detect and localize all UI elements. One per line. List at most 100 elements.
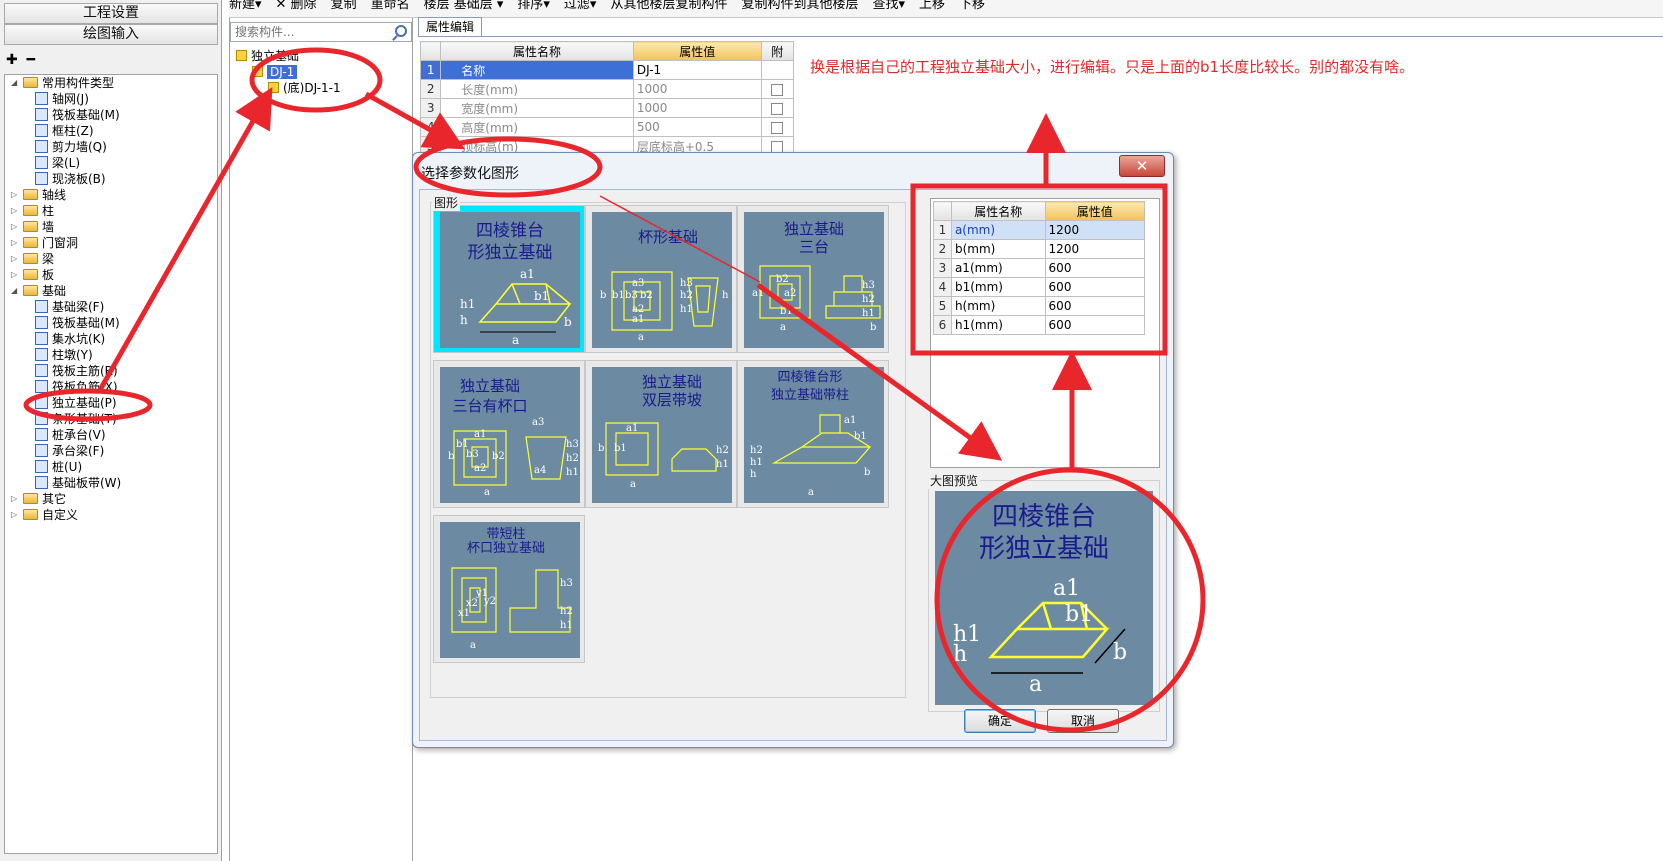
prop-value[interactable]: DJ-1 [632,60,762,80]
tree-toggle-icon[interactable]: ◢ [11,75,21,91]
toolbar-item[interactable]: 下移 [959,0,985,11]
tree-item[interactable]: ▷ 梁 [11,251,54,267]
tree-item[interactable]: 筏板负筋(X) [35,379,118,395]
shape-thumbnail[interactable]: 四棱锥台 形独立基础 a1 b1 h1 h a b [433,205,585,353]
tree-item[interactable]: ▷ 柱 [11,203,54,219]
toolbar-item[interactable]: 查找▾ [872,0,905,11]
cancel-button[interactable]: 取消 [1047,709,1119,733]
tree-item[interactable]: ◢ 常用构件类型 [11,75,114,91]
shape-attr-table: 属性名称 属性值 1 a(mm) 1200 2 b(mm) 1200 3 a1(mm) 600 4… [933,201,1146,335]
close-button[interactable]: ✕ [1119,155,1165,177]
attach-checkbox[interactable] [771,83,784,96]
dimension-label: b [864,467,870,478]
tree-toggle-icon[interactable]: ▷ [11,187,21,203]
tree-toggle-icon[interactable]: ▷ [11,251,21,267]
tree-item[interactable]: 独立基础(P) [35,395,117,411]
toolbar-item[interactable]: 复制构件到其他楼层 [741,0,858,11]
attr-row[interactable]: 1 a(mm) 1200 [933,220,1146,240]
tree-toggle-icon[interactable]: ▷ [11,491,21,507]
shape-thumbnail[interactable]: 杯形基础 b b1 b3 b2 a3 a2 a1 a h3 h2 h1 h [585,205,737,353]
prop-row[interactable]: 1 名称 DJ-1 [419,60,795,80]
tree-item[interactable]: 承台梁(F) [35,443,104,459]
tree-item[interactable]: ▷ 板 [11,267,54,283]
toolbar-item[interactable]: 上移 [919,0,945,11]
toolbar-item[interactable]: 楼层 基础层 ▾ [424,0,504,11]
attach-checkbox[interactable] [771,102,784,115]
tab-property-edit[interactable]: 属性编辑 [418,17,482,37]
tree-item[interactable]: ▷ 门窗洞 [11,235,78,251]
shape-thumbnail[interactable]: 独立基础 双层带坡 a1 b1 b a h2 h1 [585,360,737,508]
tree-item[interactable]: 桩承台(V) [35,427,106,443]
tree-item[interactable]: ▷ 轴线 [11,187,66,203]
prop-row[interactable]: 2 长度(mm) 1000 [419,79,795,99]
search-box[interactable] [230,22,412,42]
tree-toggle-icon[interactable]: ▷ [11,219,21,235]
toolbar-item[interactable]: ✕ 删除 [276,0,317,11]
attach-checkbox[interactable] [771,140,784,153]
tree-expand-collapse-icons[interactable]: ✚ ━ [6,52,37,68]
shape-drawing: 独立基础双层带坡 a1 b1 b a h2 h1 [592,367,732,503]
drawing-input-header[interactable]: 绘图输入 [4,24,218,45]
attr-row[interactable]: 2 b(mm) 1200 [933,239,1146,259]
prop-row[interactable]: 3 宽度(mm) 1000 [419,98,795,118]
attr-row[interactable]: 4 b1(mm) 600 [933,277,1146,297]
shape-thumbnail[interactable]: 独立基础 三台有杯口 a1 a3 b1 b3 b2 a2 a b h3 h2 h1 a4 [433,360,585,508]
attr-value[interactable]: 600 [1044,277,1146,297]
tree-item[interactable]: 桩(U) [35,459,82,475]
toolbar-item[interactable]: 新建▾ [229,0,262,11]
tree-item[interactable]: ◢ 基础 [11,283,66,299]
component-list-item[interactable]: 独立基础 [236,48,299,64]
tree-item[interactable]: 筏板基础(M) [35,315,120,331]
tree-item[interactable]: 梁(L) [35,155,80,171]
tree-toggle-icon[interactable]: ◢ [11,283,21,299]
tree-item[interactable]: 筏板主筋(R) [35,363,118,379]
tree-item[interactable]: ▷ 墙 [11,219,54,235]
tree-item[interactable]: 条形基础(T) [35,411,117,427]
tree-item[interactable]: 轴网(J) [35,91,89,107]
attr-value[interactable]: 600 [1044,258,1146,278]
tree-item[interactable]: ▷ 其它 [11,491,66,507]
prop-value[interactable]: 1000 [632,98,762,118]
tree-item-label: 墙 [42,220,55,234]
ok-button[interactable]: 确定 [964,709,1036,733]
dimension-label: a4 [534,465,546,476]
search-input[interactable] [231,23,381,41]
attach-checkbox[interactable] [771,121,784,134]
tree-item[interactable]: 集水坑(K) [35,331,105,347]
project-settings-header[interactable]: 工程设置 [4,3,218,24]
tree-toggle-icon[interactable]: ▷ [11,203,21,219]
tree-item[interactable]: 现浇板(B) [35,171,106,187]
toolbar-item[interactable]: 重命名 [371,0,410,11]
tree-toggle-icon[interactable]: ▷ [11,235,21,251]
component-list-item[interactable]: DJ-1 [252,64,298,80]
tree-item[interactable]: 基础梁(F) [35,299,104,315]
prop-value[interactable]: 500 [632,117,762,137]
attr-value[interactable]: 600 [1044,315,1146,335]
attr-row[interactable]: 3 a1(mm) 600 [933,258,1146,278]
attr-value[interactable]: 1200 [1044,220,1146,240]
component-list-item[interactable]: (底)DJ-1-1 [268,80,341,96]
tree-toggle-icon[interactable]: ▷ [11,507,21,523]
tree-item[interactable]: 柱墩(Y) [35,347,93,363]
attr-value[interactable]: 600 [1044,296,1146,316]
toolbar-item[interactable]: 复制 [331,0,357,11]
attr-row[interactable]: 6 h1(mm) 600 [933,315,1146,335]
search-icon[interactable] [395,25,407,37]
prop-value[interactable]: 1000 [632,79,762,99]
dimension-label: h2 [750,445,763,456]
attr-row[interactable]: 5 h(mm) 600 [933,296,1146,316]
tree-item[interactable]: 基础板带(W) [35,475,121,491]
toolbar-item[interactable]: 排序▾ [517,0,550,11]
attr-value[interactable]: 1200 [1044,239,1146,259]
toolbar-item[interactable]: 过滤▾ [564,0,597,11]
shape-thumbnail[interactable]: 带短柱 杯口独立基础 a x1 x2 y1 y2 h1 h2 h3 [433,515,585,663]
shape-thumbnail[interactable]: 独立基础 三台 b2 a2 b1 a1 h3 h2 h1 a b [737,205,889,353]
tree-item[interactable]: ▷ 自定义 [11,507,78,523]
tree-item[interactable]: 剪力墙(Q) [35,139,107,155]
tree-item[interactable]: 筏板基础(M) [35,107,120,123]
tree-toggle-icon[interactable]: ▷ [11,267,21,283]
tree-item[interactable]: 框柱(Z) [35,123,94,139]
shape-thumbnail[interactable]: 四棱锥台形 独立基础带柱 a1 b1 h2 h1 h a b [737,360,889,508]
toolbar-item[interactable]: 从其他楼层复制构件 [610,0,727,11]
prop-row[interactable]: 4 高度(mm) 500 [419,117,795,137]
